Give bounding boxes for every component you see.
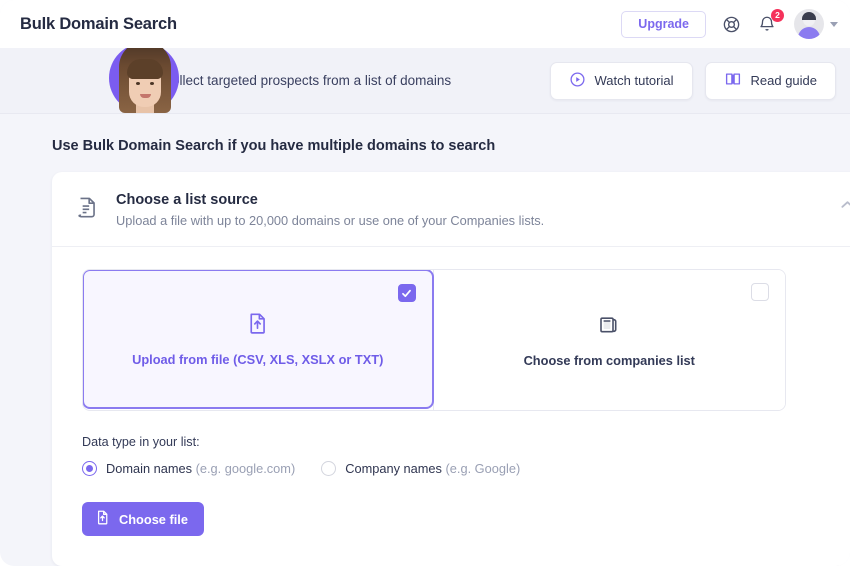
companies-list-icon [597, 313, 621, 342]
empty-checkbox-icon[interactable] [751, 283, 769, 301]
section-title: Use Bulk Domain Search if you have multi… [52, 138, 496, 154]
read-guide-label: Read guide [750, 73, 818, 88]
app-window: Bulk Domain Search Upgrade 2 Learn to co… [0, 0, 850, 566]
top-bar-actions: Upgrade 2 [621, 9, 838, 39]
user-menu[interactable] [794, 9, 838, 39]
choice-companies-list[interactable]: Choose from companies list [433, 270, 785, 410]
book-icon [724, 70, 742, 91]
list-source-choices: Upload from file (CSV, XLS, XSLX or TXT) [82, 269, 786, 411]
data-type-label: Data type in your list: [82, 435, 200, 449]
main-content: Use Bulk Domain Search if you have multi… [0, 114, 850, 566]
card-header: Choose a list source Upload a file with … [52, 172, 850, 247]
file-upload-icon [245, 311, 270, 341]
chevron-up-icon[interactable] [841, 196, 850, 214]
radio-company-names[interactable]: Company names (e.g. Google) [321, 461, 520, 476]
bell-icon[interactable]: 2 [756, 9, 784, 35]
choice-companies-label: Choose from companies list [523, 352, 695, 368]
watch-tutorial-button[interactable]: Watch tutorial [549, 61, 693, 100]
radio-company-names-label: Company names [345, 461, 442, 476]
document-list-icon [74, 195, 100, 226]
card-title: Choose a list source [116, 192, 258, 208]
choose-file-button[interactable]: Choose file [82, 502, 204, 536]
radio-domain-names-label: Domain names [106, 461, 193, 476]
play-circle-icon [569, 71, 586, 91]
card-body: Upload from file (CSV, XLS, XSLX or TXT) [52, 247, 850, 566]
list-source-card: Choose a list source Upload a file with … [52, 172, 850, 566]
radio-domain-names-indicator[interactable] [82, 461, 97, 476]
notification-badge: 2 [771, 9, 784, 22]
card-subtitle: Upload a file with up to 20,000 domains … [116, 213, 545, 228]
upgrade-button[interactable]: Upgrade [621, 10, 706, 38]
watch-tutorial-label: Watch tutorial [594, 73, 674, 88]
avatar [794, 9, 824, 39]
checkmark-icon[interactable] [397, 284, 416, 302]
choose-file-label: Choose file [119, 511, 188, 527]
radio-domain-names[interactable]: Domain names (e.g. google.com) [82, 461, 295, 476]
promo-banner: Learn to collect targeted prospects from… [0, 41, 850, 114]
radio-company-names-indicator[interactable] [321, 461, 337, 476]
read-guide-button[interactable]: Read guide [704, 61, 836, 100]
page-title: Bulk Domain Search [20, 14, 177, 33]
data-type-radios: Domain names (e.g. google.com) Company n… [82, 461, 842, 476]
top-bar: Bulk Domain Search Upgrade 2 [0, 0, 850, 48]
promo-banner-actions: Watch tutorial Read guide [549, 61, 850, 100]
radio-domain-names-hint: (e.g. google.com) [195, 461, 296, 476]
radio-company-names-hint: (e.g. Google) [445, 461, 521, 476]
choice-upload-label: Upload from file (CSV, XLS, XSLX or TXT) [132, 352, 384, 367]
file-upload-icon [94, 509, 111, 529]
lifebuoy-icon[interactable] [720, 13, 742, 35]
choice-upload-from-file[interactable]: Upload from file (CSV, XLS, XSLX or TXT) [83, 270, 434, 409]
chevron-down-icon [830, 21, 838, 27]
